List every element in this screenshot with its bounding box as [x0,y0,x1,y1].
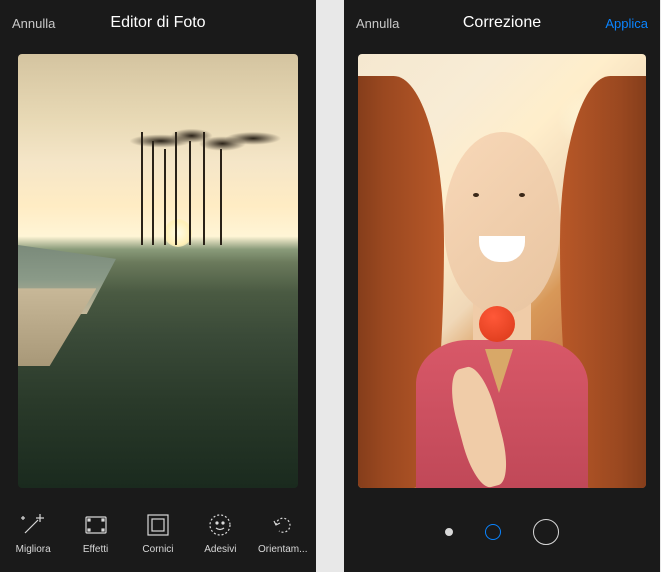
stickers-icon [207,512,233,538]
frames-tool[interactable]: Cornici [128,512,188,555]
screen-title: Editor di Foto [85,14,231,32]
intensity-large[interactable] [533,519,559,545]
orientation-icon [270,512,296,538]
effects-tool[interactable]: Effetti [66,512,126,555]
tool-label: Adesivi [204,544,236,555]
enhance-tool[interactable]: Migliora [3,512,63,555]
orientation-tool[interactable]: Orientam... [253,512,313,555]
intensity-small[interactable] [445,528,453,536]
tool-label: Migliora [16,544,51,555]
photo-canvas[interactable] [18,54,298,488]
wand-icon [20,512,46,538]
correction-screen: Annulla Correzione Applica [344,0,660,572]
portrait-photo [358,54,646,488]
intensity-medium[interactable] [485,524,501,540]
tool-label: Cornici [142,544,173,555]
effects-icon [83,512,109,538]
stickers-tool[interactable]: Adesivi [190,512,250,555]
header-bar: Annulla Editor di Foto [0,0,316,46]
frames-icon [145,512,171,538]
photo-editor-screen: Annulla Editor di Foto [0,0,316,572]
header-bar: Annulla Correzione Applica [344,0,660,46]
tool-label: Orientam... [258,544,307,555]
cancel-button[interactable]: Annulla [12,16,85,31]
beach-photo [18,54,298,488]
cancel-button[interactable]: Annulla [356,16,429,31]
photo-canvas[interactable] [358,54,646,488]
apply-button[interactable]: Applica [575,16,648,31]
tool-label: Effetti [83,544,108,555]
intensity-selector [344,500,660,572]
screen-title: Correzione [429,14,575,32]
tools-toolbar: Migliora Effetti Cornici [0,500,316,572]
